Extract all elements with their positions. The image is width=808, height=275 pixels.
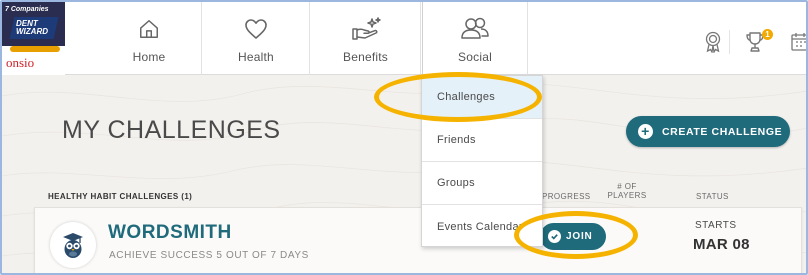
hand-sparkle-icon: [351, 16, 381, 42]
challenge-name[interactable]: WORDSMITH: [108, 222, 232, 244]
join-label: JOIN: [566, 231, 593, 242]
owl-icon: [63, 233, 83, 258]
challenge-avatar: [50, 222, 96, 268]
nav-item-benefits[interactable]: Benefits: [311, 2, 421, 75]
social-dropdown-menu: Challenges Friends Groups Events Calenda…: [421, 75, 543, 247]
calendar-icon[interactable]: [788, 30, 806, 54]
menu-item-events-calendar[interactable]: Events Calendar: [422, 205, 542, 248]
status-label: STARTS: [695, 220, 737, 231]
section-label: HEALTHY HABIT CHALLENGES (1): [48, 192, 193, 201]
plus-icon: +: [638, 124, 653, 139]
column-header-status: STATUS: [696, 192, 729, 201]
nav-label-benefits: Benefits: [343, 50, 388, 64]
challenge-description: ACHIEVE SUCCESS 5 OUT OF 7 DAYS: [109, 250, 309, 261]
top-navigation: 7 Companies DENT WIZARD onsio Home Healt…: [2, 2, 806, 75]
nav-label-social: Social: [458, 50, 492, 64]
menu-item-groups[interactable]: Groups: [422, 162, 542, 205]
logo-top-text: 7 Companies: [5, 6, 49, 13]
nav-label-health: Health: [238, 50, 274, 64]
challenge-row[interactable]: WORDSMITH ACHIEVE SUCCESS 5 OUT OF 7 DAY…: [34, 207, 802, 273]
home-icon: [134, 16, 164, 42]
nav-item-home[interactable]: Home: [97, 2, 202, 75]
company-logo[interactable]: 7 Companies DENT WIZARD onsio: [2, 2, 65, 75]
people-icon: [460, 16, 490, 42]
main-content: MY CHALLENGES + CREATE CHALLENGE HEALTHY…: [2, 76, 806, 273]
column-header-progress: PROGRESS: [542, 192, 591, 201]
menu-item-challenges[interactable]: Challenges: [422, 76, 542, 119]
menu-item-friends[interactable]: Friends: [422, 119, 542, 162]
create-challenge-button[interactable]: + CREATE CHALLENGE: [626, 116, 790, 147]
award-icon[interactable]: [701, 30, 725, 54]
create-challenge-label: CREATE CHALLENGE: [662, 125, 783, 138]
nav-label-home: Home: [132, 50, 166, 64]
column-header-players: # OF PLAYERS: [607, 182, 647, 200]
notification-badge: 1: [762, 29, 773, 40]
nav-item-health[interactable]: Health: [203, 2, 310, 75]
join-button[interactable]: JOIN: [540, 223, 606, 250]
app-frame: 7 Companies DENT WIZARD onsio Home Healt…: [0, 0, 808, 275]
logo-brand-text: onsio: [6, 55, 35, 70]
page-title: MY CHALLENGES: [62, 116, 281, 144]
check-icon: [548, 230, 561, 243]
nav-item-social[interactable]: Social: [422, 2, 528, 75]
heart-icon: [241, 16, 271, 42]
logo-band-text: DENT WIZARD: [16, 19, 48, 36]
status-date: MAR 08: [693, 236, 750, 253]
